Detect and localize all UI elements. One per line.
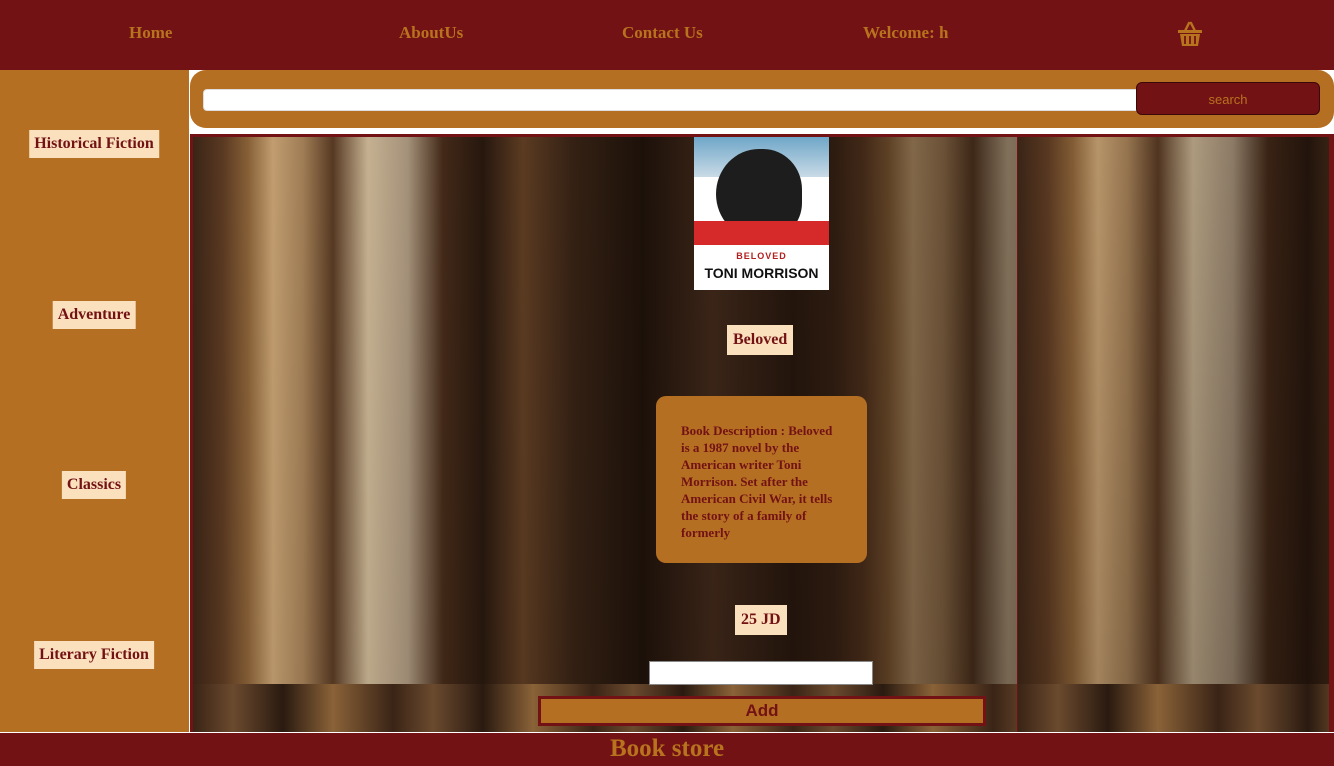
- footer-title: Book store: [609, 735, 725, 762]
- category-adventure[interactable]: Adventure: [52, 301, 136, 329]
- basket-icon[interactable]: [1176, 20, 1204, 48]
- category-historical-fiction[interactable]: Historical Fiction: [29, 130, 159, 158]
- book-title: Beloved: [727, 325, 794, 355]
- search-button[interactable]: search: [1136, 82, 1320, 115]
- cover-title-text: BELOVED: [736, 251, 787, 261]
- search-input[interactable]: [203, 89, 1143, 111]
- nav-about-link[interactable]: AboutUs: [399, 23, 463, 43]
- book-description-text: Book Description : Beloved is a 1987 nov…: [681, 423, 833, 540]
- book-cover-image: BELOVED TONI MORRISON: [694, 137, 829, 290]
- category-literary-fiction[interactable]: Literary Fiction: [34, 641, 154, 669]
- nav-home-link[interactable]: Home: [129, 23, 172, 43]
- quantity-input[interactable]: [649, 661, 873, 685]
- cover-author-text: TONI MORRISON: [704, 265, 819, 281]
- category-sidebar: Historical Fiction Adventure Classics Li…: [0, 70, 189, 732]
- product-area: BELOVED TONI MORRISON Beloved Book Descr…: [190, 134, 1334, 732]
- welcome-user-text: Welcome: h: [863, 23, 949, 42]
- footer: Book store: [0, 733, 1334, 766]
- bookshelf-background-strip-repeat: [1018, 684, 1329, 732]
- category-classics[interactable]: Classics: [61, 471, 127, 499]
- search-bar: search: [190, 70, 1334, 128]
- book-description-card: Book Description : Beloved is a 1987 nov…: [656, 396, 867, 563]
- nav-contact-link[interactable]: Contact Us: [622, 23, 703, 43]
- add-to-cart-button[interactable]: Add: [538, 696, 986, 726]
- bookshelf-background-image-repeat: [1018, 137, 1329, 684]
- top-navbar: Home AboutUs Contact Us Welcome: h: [0, 0, 1334, 70]
- book-price: 25 JD: [735, 605, 787, 635]
- bookshelf-background-image: [193, 137, 1017, 684]
